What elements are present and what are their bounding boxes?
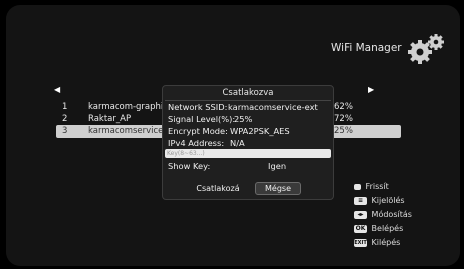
ipv4-label: IPv4 Address: [168,138,225,148]
left-right-key-icon: ◂▸ [354,210,367,219]
showkey-label: Show Key: [168,161,211,171]
legend-label: Kilépés [371,238,401,247]
network-number: 2 [62,114,68,124]
connect-button[interactable]: Csatlakozá [193,182,243,195]
cancel-button[interactable]: Mégse [255,182,301,195]
encrypt-value: WPA2PSK_AES [230,126,290,136]
network-number: 3 [62,126,68,136]
dialog-title: Csatlakozva [222,88,274,98]
dialog-divider [165,100,331,101]
network-number: 1 [62,102,68,112]
connection-dialog: Csatlakozva Network SSID: karmacomservic… [162,85,334,200]
ssid-value: karmacomservice-ext [228,102,318,112]
white-key-icon [354,183,361,190]
encrypt-label: Encrypt Mode: [168,126,228,136]
ssid-line: Network SSID: karmacomservice-ext [168,102,318,112]
legend-label: Frissít [365,182,389,191]
ipv4-value: N/A [230,138,245,148]
gears-icon [408,34,444,64]
legend-label: Módosítás [371,210,412,219]
network-signal: 62% [334,102,353,112]
encrypt-line: Encrypt Mode: WPA2PSK_AES [168,126,290,136]
list-key-icon: ≡ [354,196,367,205]
legend-refresh: Frissít [354,182,389,191]
page-title: WiFi Manager [331,42,402,54]
legend-select: ≡ Kijelölés [354,196,405,205]
exit-key-icon: EXIT [354,238,367,247]
network-signal: 72% [334,114,353,124]
signal-line: Signal Level(%): 25% [168,114,252,124]
tv-screen: WiFi Manager ◀ ▶ 1 karmacom-graphic 62% … [6,5,460,266]
page-left-arrow-icon[interactable]: ◀ [54,85,60,94]
ok-key-icon: OK [354,224,367,233]
page-right-arrow-icon[interactable]: ▶ [368,85,374,94]
network-name: Raktar_AP [88,114,132,124]
legend-modify: ◂▸ Módosítás [354,210,412,219]
ipv4-line: IPv4 Address: N/A [168,138,245,148]
ssid-label: Network SSID: [168,102,228,112]
network-name: karmacom-graphic [88,102,168,112]
legend-label: Belépés [371,224,404,233]
signal-value: 25% [234,114,253,124]
legend-exit: EXIT Kilépés [354,238,400,247]
key-input[interactable]: Key(8~63...) [165,149,331,158]
network-signal: 25% [334,126,353,136]
legend-label: Kijelölés [371,196,405,205]
signal-label: Signal Level(%): [168,114,236,124]
showkey-toggle[interactable]: Igen [268,161,286,171]
legend-enter: OK Belépés [354,224,403,233]
